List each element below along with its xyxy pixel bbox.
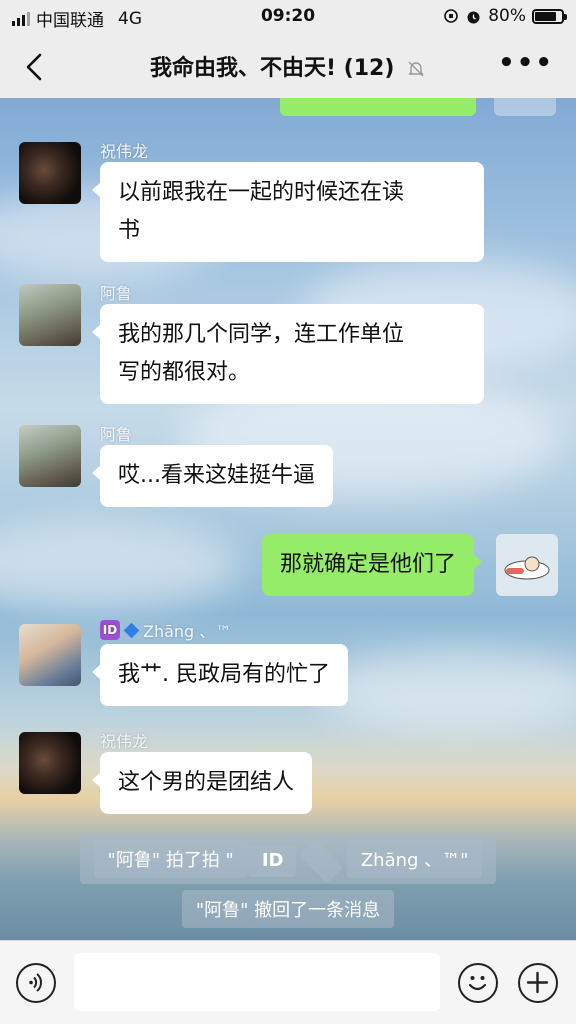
battery-percent: 80% <box>488 6 526 26</box>
message-line: 我艹. 民政局有的忙了 <box>118 662 330 687</box>
message-bubble[interactable]: 以前跟我在一起的时候还在读 书 <box>92 162 484 262</box>
sender-name: 阿鲁 <box>100 425 133 444</box>
battery-icon <box>532 8 567 24</box>
system-notice-recall: "阿鲁" 撤回了一条消息 <box>0 890 576 928</box>
nav-bar: 我命由我、不由天! (12) ••• <box>0 36 576 98</box>
alarm-icon <box>467 11 480 23</box>
chat-screen: 中国联通 4G 09:20 80% 我命由我、不由天! (12) ••• 祝伟龙… <box>0 0 576 1024</box>
message-line: 书 <box>118 218 141 243</box>
more-icon[interactable]: ••• <box>498 48 554 78</box>
message-bubble[interactable]: 那就确定是他们了 <box>261 534 483 596</box>
sender-name: 阿鲁 <box>100 284 133 303</box>
pat-prefix: "阿鲁" 拍了拍 " <box>93 840 248 878</box>
plus-glyph <box>526 971 549 994</box>
emoji-glyph <box>468 976 487 991</box>
message-bubble[interactable]: 我的那几个同学，连工作单位 写的都很对。 <box>92 304 484 404</box>
bell-off-icon <box>408 61 424 77</box>
cartoon-avatar-icon <box>504 556 550 580</box>
message-line: 那就确定是他们了 <box>279 552 456 577</box>
avatar[interactable] <box>19 624 81 686</box>
orientation-lock-icon <box>444 9 459 23</box>
message-line: 以前跟我在一起的时候还在读 <box>118 180 405 205</box>
diamond-icon <box>299 839 344 883</box>
recall-notice: "阿鲁" 撤回了一条消息 <box>181 890 395 928</box>
message-bubble[interactable]: 哎...看来这娃挺牛逼 <box>92 445 333 507</box>
chat-title-text: 我命由我、不由天! (12) <box>149 56 395 81</box>
sender-name: Zhāng 、™ <box>143 622 232 641</box>
avatar[interactable] <box>19 732 81 794</box>
diamond-icon <box>123 622 140 638</box>
status-right: 80% <box>443 6 567 26</box>
message-input[interactable] <box>74 953 440 1011</box>
partial-outgoing-bubble <box>280 98 476 116</box>
plus-icon[interactable] <box>518 963 558 1003</box>
pat-target: Zhāng 、™" <box>346 840 483 878</box>
avatar[interactable] <box>19 425 81 487</box>
message-bubble[interactable]: 我艹. 民政局有的忙了 <box>92 644 348 706</box>
message-line: 这个男的是团结人 <box>118 770 295 795</box>
status-bar: 中国联通 4G 09:20 80% <box>0 0 576 36</box>
input-bar <box>0 940 576 1024</box>
cloud <box>320 650 576 730</box>
message-line: 我的那几个同学，连工作单位 <box>118 322 405 347</box>
avatar[interactable] <box>19 142 81 204</box>
id-badge-icon: ID <box>247 845 296 877</box>
partial-avatar <box>494 98 556 116</box>
id-badge-icon: ID <box>100 620 120 640</box>
sender-name: 祝伟龙 <box>100 732 149 751</box>
message-line: 哎...看来这娃挺牛逼 <box>118 463 315 488</box>
message-bubble[interactable]: 这个男的是团结人 <box>91 752 313 814</box>
pat-notice: "阿鲁" 拍了拍 " ID Zhāng 、™" <box>79 834 497 884</box>
sender-name: 祝伟龙 <box>100 142 149 161</box>
avatar[interactable] <box>19 284 81 346</box>
voice-icon[interactable] <box>16 963 56 1003</box>
emoji-icon[interactable] <box>458 963 498 1003</box>
message-line: 写的都很对。 <box>118 360 251 385</box>
system-notice-pat: "阿鲁" 拍了拍 " ID Zhāng 、™" <box>0 834 576 884</box>
sender-name-row: ID Zhāng 、™ <box>100 618 231 642</box>
avatar[interactable] <box>496 534 558 596</box>
cloud <box>0 520 240 610</box>
voice-glyph <box>29 973 43 992</box>
chat-title: 我命由我、不由天! (12) <box>0 50 576 82</box>
